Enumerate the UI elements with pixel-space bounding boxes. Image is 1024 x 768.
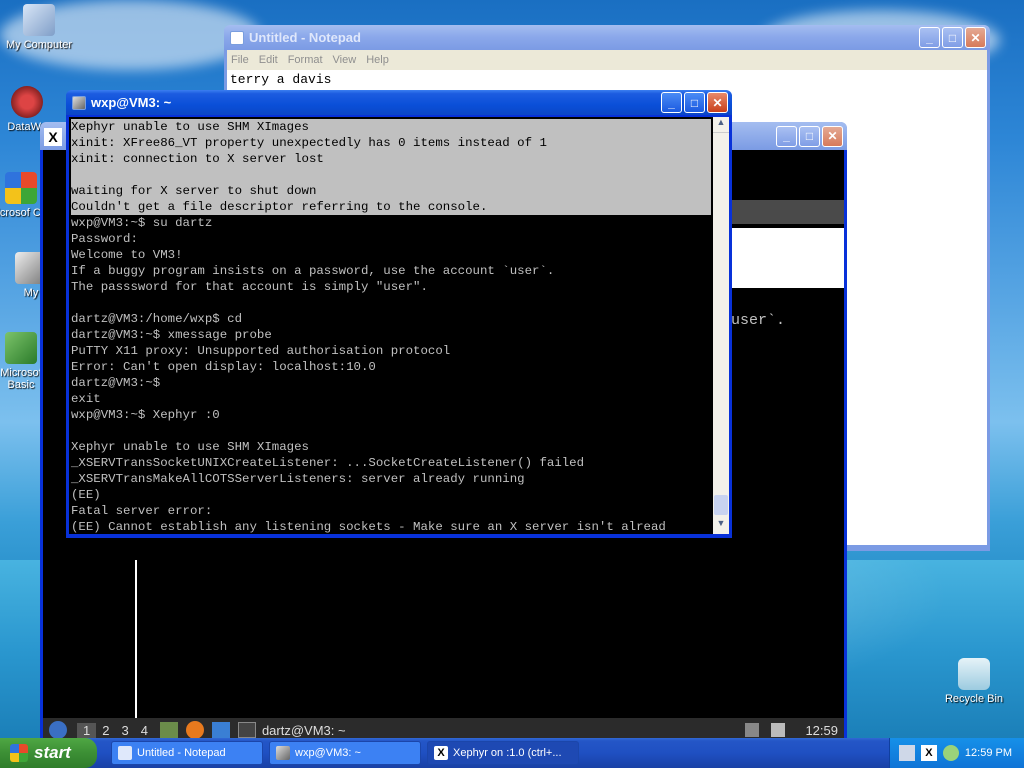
terminal-line: (EE) Cannot establish any listening sock… — [71, 520, 666, 534]
menu-help[interactable]: Help — [366, 54, 389, 66]
terminal-icon — [237, 722, 256, 738]
xephyr-cursor-line — [135, 560, 137, 720]
panel-task-label[interactable]: dartz@VM3: ~ — [262, 723, 346, 738]
desktop-icon-my-computer[interactable]: My Computer — [2, 4, 76, 51]
x-server-icon[interactable]: X — [920, 745, 937, 761]
windows-flag-icon — [10, 744, 28, 762]
terminal-line: Error: Can't open display: localhost:10.… — [71, 360, 376, 374]
terminal-line: Welcome to VM3! — [71, 248, 183, 262]
visual-cpp-icon — [5, 172, 37, 204]
scroll-thumb[interactable] — [714, 495, 728, 515]
taskbar: start Untitled - Notepad wxp@VM3: ~ X Xe… — [0, 738, 1024, 768]
desktop-icon-label: My Computer — [5, 39, 73, 51]
minimize-button[interactable]: _ — [776, 125, 797, 147]
close-button[interactable]: ✕ — [965, 27, 986, 48]
terminal-line: If a buggy program insists on a password… — [71, 264, 555, 278]
workspace-2[interactable]: 2 — [96, 723, 115, 738]
terminal-line: (EE) — [71, 488, 101, 502]
terminal-line: waiting for X server to shut down — [71, 183, 711, 199]
notepad-icon — [118, 746, 132, 760]
terminal-line: exit — [71, 392, 101, 406]
desktop-icon-recycle-bin[interactable]: Recycle Bin — [937, 658, 1011, 705]
terminal-line: wxp@VM3:~$ Xephyr :0 — [71, 408, 220, 422]
close-button[interactable]: ✕ — [707, 92, 728, 113]
task-label: Untitled - Notepad — [137, 747, 226, 759]
start-label: start — [34, 743, 71, 762]
menu-icon[interactable] — [49, 721, 67, 739]
recycle-bin-icon — [958, 658, 990, 690]
terminal-line: Xephyr unable to use SHM XImages — [71, 119, 711, 135]
task-notepad[interactable]: Untitled - Notepad — [111, 741, 263, 765]
maximize-button[interactable]: □ — [942, 27, 963, 48]
putty-icon — [72, 95, 86, 110]
putty-titlebar[interactable]: wxp@VM3: ~ _ □ ✕ — [66, 90, 732, 115]
xephyr-white-panel — [731, 228, 844, 288]
notepad-icon — [230, 30, 244, 45]
terminal-line: _XSERVTransMakeAllCOTSServerListeners: s… — [71, 472, 525, 486]
x-logo-icon: X — [44, 128, 62, 146]
notepad-menubar: File Edit Format View Help — [227, 50, 987, 70]
minimize-button[interactable]: _ — [919, 27, 940, 48]
putty-title: wxp@VM3: ~ — [91, 95, 172, 110]
computer-icon — [23, 4, 55, 36]
scroll-up-icon[interactable]: ▲ — [713, 117, 729, 133]
notepad-title: Untitled - Notepad — [249, 30, 361, 45]
terminal-line: dartz@VM3:/home/wxp$ cd — [71, 312, 243, 326]
notepad-text: terry a davis — [230, 72, 332, 87]
terminal-line: The passsword for that account is simply… — [71, 280, 428, 294]
visual-basic-icon — [5, 332, 37, 364]
desktop-icon[interactable] — [211, 722, 230, 738]
maximize-button[interactable]: □ — [799, 125, 820, 147]
task-xephyr[interactable]: X Xephyr on :1.0 (ctrl+... — [427, 741, 579, 765]
datawa-icon — [11, 86, 43, 118]
task-label: wxp@VM3: ~ — [295, 747, 361, 759]
menu-format[interactable]: Format — [288, 54, 323, 66]
scroll-down-icon[interactable]: ▼ — [713, 518, 729, 534]
terminal-line: Fatal server error: — [71, 504, 213, 518]
workspace-1[interactable]: 1 — [77, 722, 97, 738]
panel-clock: 12:59 — [805, 722, 838, 738]
menu-view[interactable]: View — [333, 54, 357, 66]
terminal-scrollbar[interactable]: ▲ ▼ — [713, 117, 729, 534]
terminal-line — [71, 167, 711, 183]
menu-edit[interactable]: Edit — [259, 54, 278, 66]
terminal-line: _XSERVTransSocketUNIXCreateListener: ...… — [71, 456, 585, 470]
terminal-line: dartz@VM3:~$ — [71, 376, 161, 390]
minimize-button[interactable]: _ — [661, 92, 682, 113]
terminal-line: Password: — [71, 232, 138, 246]
workspace-4[interactable]: 4 — [135, 723, 154, 738]
start-button[interactable]: start — [0, 738, 97, 768]
files-icon[interactable] — [159, 722, 178, 738]
x-logo-icon: X — [434, 746, 448, 760]
keyboard-icon[interactable] — [898, 745, 915, 761]
xephyr-terminal-text: user`. — [731, 312, 786, 329]
terminal-line: xinit: connection to X server lost — [71, 151, 711, 167]
firefox-icon[interactable] — [185, 721, 204, 739]
terminal-line: wxp@VM3:~$ su dartz — [71, 216, 213, 230]
notepad-titlebar[interactable]: Untitled - Notepad _ □ ✕ — [224, 25, 990, 50]
terminal-line: Couldn't get a file descriptor referring… — [71, 199, 711, 215]
terminal-output[interactable]: Xephyr unable to use SHM XImages xinit: X… — [69, 117, 713, 534]
menu-file[interactable]: File — [231, 54, 249, 66]
volume-icon[interactable] — [771, 723, 786, 737]
desktop-icon-label: Recycle Bin — [944, 693, 1004, 705]
terminal-line: dartz@VM3:~$ xmessage probe — [71, 328, 272, 342]
terminal-line: Xephyr unable to use SHM XImages — [71, 440, 309, 454]
xephyr-dark-bar — [731, 200, 844, 224]
close-button[interactable]: ✕ — [822, 125, 843, 147]
terminal-line: PuTTY X11 proxy: Unsupported authorisati… — [71, 344, 451, 358]
putty-icon — [276, 746, 290, 760]
putty-window[interactable]: wxp@VM3: ~ _ □ ✕ Xephyr unable to use SH… — [66, 90, 732, 538]
workspace-3[interactable]: 3 — [115, 723, 134, 738]
tray-icon — [745, 723, 760, 737]
maximize-button[interactable]: □ — [684, 92, 705, 113]
tray-clock: 12:59 PM — [964, 747, 1012, 759]
network-icon[interactable] — [942, 745, 959, 761]
terminal-line: xinit: XFree86_VT property unexpectedly … — [71, 135, 711, 151]
task-putty[interactable]: wxp@VM3: ~ — [269, 741, 421, 765]
task-label: Xephyr on :1.0 (ctrl+... — [453, 747, 562, 759]
system-tray: X 12:59 PM — [889, 738, 1024, 768]
